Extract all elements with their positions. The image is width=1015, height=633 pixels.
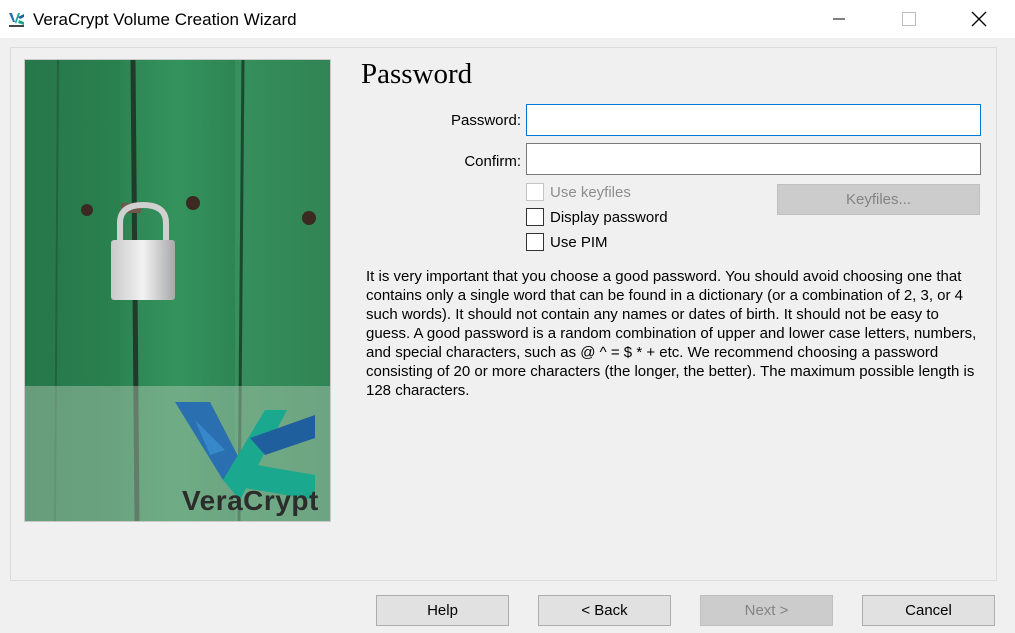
minimize-button[interactable]: [816, 0, 862, 38]
checkbox-box[interactable]: [526, 233, 544, 251]
maximize-icon: [902, 12, 916, 26]
use-keyfiles-checkbox[interactable]: Use keyfiles: [526, 182, 631, 202]
close-button[interactable]: [956, 0, 1002, 38]
maximize-button[interactable]: [886, 0, 932, 38]
display-password-checkbox[interactable]: Display password: [526, 207, 668, 227]
checkbox-box[interactable]: [526, 183, 544, 201]
keyfiles-button[interactable]: Keyfiles...: [777, 184, 980, 215]
use-pim-label: Use PIM: [550, 233, 608, 251]
password-input[interactable]: [526, 104, 981, 136]
veracrypt-app-icon[interactable]: [8, 11, 25, 28]
back-button[interactable]: < Back: [538, 595, 671, 626]
page-title: Password: [361, 58, 473, 90]
confirm-label: Confirm:: [464, 153, 521, 170]
padlock-on-green-door-image: [24, 59, 331, 522]
close-icon: [971, 11, 987, 27]
next-button[interactable]: Next >: [700, 595, 833, 626]
checkbox-box[interactable]: [526, 208, 544, 226]
window-title: VeraCrypt Volume Creation Wizard: [33, 10, 297, 29]
display-password-label: Display password: [550, 208, 668, 226]
password-advice-text: It is very important that you choose a g…: [366, 268, 977, 399]
help-button[interactable]: Help: [376, 595, 509, 626]
confirm-password-input[interactable]: [526, 143, 981, 175]
use-keyfiles-label: Use keyfiles: [550, 183, 631, 201]
title-bar: VeraCrypt Volume Creation Wizard: [0, 0, 1015, 38]
use-pim-checkbox[interactable]: Use PIM: [526, 232, 608, 252]
password-label: Password:: [450, 112, 521, 129]
veracrypt-logo-text: VeraCrypt: [182, 485, 319, 516]
cancel-button[interactable]: Cancel: [862, 595, 995, 626]
minimize-icon: [833, 18, 845, 20]
